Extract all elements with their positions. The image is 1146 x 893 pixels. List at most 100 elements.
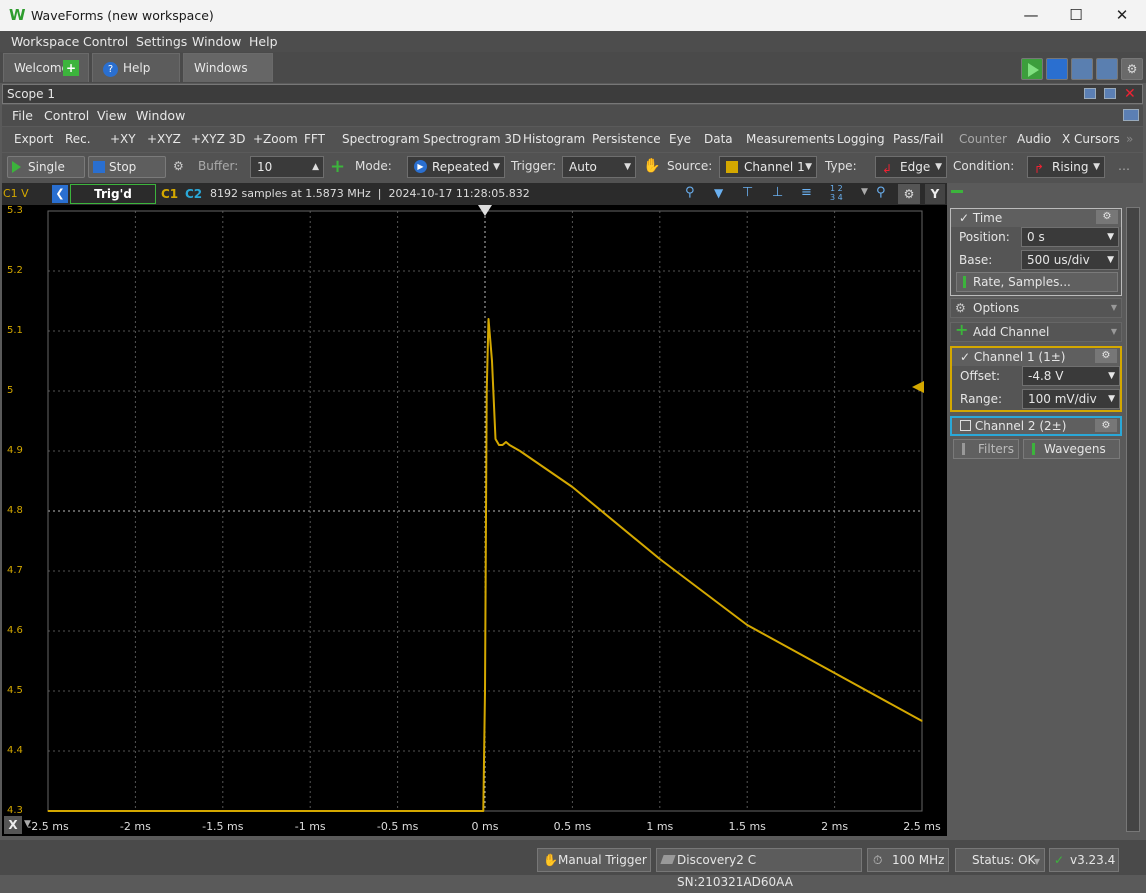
run-all-icon[interactable] xyxy=(1021,58,1043,80)
clock-button[interactable]: ⏱ 100 MHz xyxy=(867,848,949,872)
scope-restore-icon[interactable] xyxy=(1084,88,1096,99)
toolbar-counter[interactable]: Counter xyxy=(959,132,1007,146)
toolbar-zoom[interactable]: +Zoom xyxy=(253,132,298,146)
menu-settings[interactable]: Settings xyxy=(136,34,187,49)
menu-workspace[interactable]: Workspace xyxy=(11,34,79,49)
toolbar-data[interactable]: Data xyxy=(704,132,733,146)
trigger-hand-icon[interactable]: ✋ xyxy=(643,158,660,174)
close-window-icon[interactable]: ✕ xyxy=(1107,4,1137,26)
time-base-input[interactable]: 500 us/div ▼ xyxy=(1021,250,1119,270)
scope-menu-view[interactable]: View xyxy=(97,108,127,123)
scope-menu-window[interactable]: Window xyxy=(136,108,185,123)
channel2-checkbox[interactable] xyxy=(960,420,971,431)
minimize-icon[interactable]: — xyxy=(1016,4,1046,26)
device-button[interactable]: Discovery2 C SN:210321AD60AA xyxy=(656,848,862,889)
buffer-input[interactable]: 10 ▲ xyxy=(250,156,324,178)
scope-menu-file[interactable]: File xyxy=(12,108,33,123)
type-select[interactable]: ↲ Edge ▼ xyxy=(875,156,947,178)
time-check-icon[interactable]: ✓ xyxy=(959,211,969,225)
time-position-input[interactable]: 0 s ▼ xyxy=(1021,227,1119,247)
maximize-icon[interactable]: ☐ xyxy=(1061,4,1091,26)
single-button[interactable]: Single xyxy=(7,156,85,178)
menu-control[interactable]: Control xyxy=(83,34,128,49)
toolbar-spectrogram[interactable]: Spectrogram xyxy=(342,132,420,146)
rate-samples-button[interactable]: Rate, Samples... xyxy=(956,272,1118,292)
manual-trigger-button[interactable]: ✋ Manual Trigger xyxy=(537,848,651,872)
cascade-windows-icon[interactable] xyxy=(1071,58,1093,80)
buffer-spin-icon[interactable]: ▲ xyxy=(312,157,319,177)
stop-all-icon[interactable] xyxy=(1046,58,1068,80)
zoom-in-icon[interactable]: ⚲ xyxy=(685,185,695,200)
channel1-offset-marker-icon[interactable] xyxy=(912,381,924,393)
search-icon[interactable]: ⚲ xyxy=(876,185,886,200)
toolbar-xy[interactable]: +XY xyxy=(110,132,136,146)
scroll-left-icon[interactable]: ❮ xyxy=(52,185,68,203)
toolbar-x-cursors[interactable]: X Cursors xyxy=(1062,132,1120,146)
menu-window[interactable]: Window xyxy=(192,34,241,49)
vertical-scale-icon[interactable]: ⊥ xyxy=(772,185,783,200)
channel2-gear-icon[interactable]: ⚙ xyxy=(1095,419,1117,432)
options-button[interactable]: ⚙ Options ▼ xyxy=(950,298,1122,318)
menu-help[interactable]: Help xyxy=(249,34,278,49)
more-options-icon[interactable]: … xyxy=(1118,159,1130,173)
toolbar-xyz[interactable]: +XYZ xyxy=(147,132,181,146)
channel-order-icon[interactable]: 1 23 4 xyxy=(830,184,843,202)
toolbar-persistence[interactable]: Persistence xyxy=(592,132,661,146)
channel2-toggle[interactable]: C2 xyxy=(185,187,202,201)
source-select[interactable]: Channel 1 ▼ xyxy=(719,156,817,178)
channel1-check-icon[interactable]: ✓ xyxy=(960,350,970,364)
tab-welcome[interactable]: Welcome + xyxy=(3,53,89,82)
toolbar-eye[interactable]: Eye xyxy=(669,132,691,146)
tile-windows-icon[interactable] xyxy=(1096,58,1118,80)
time-panel-header[interactable]: ✓ Time ⚙ xyxy=(951,209,1121,227)
channel1-gear-icon[interactable]: ⚙ xyxy=(1095,349,1117,363)
toolbar-fft[interactable]: FFT xyxy=(304,132,325,146)
tab-windows[interactable]: Windows xyxy=(183,53,273,82)
channel1-offset-input[interactable]: -4.8 V ▼ xyxy=(1022,366,1120,386)
x-button[interactable]: X xyxy=(4,816,22,834)
toolbar-xyz-3d[interactable]: +XYZ 3D xyxy=(191,132,246,146)
tab-help[interactable]: ? Help xyxy=(92,53,180,82)
toolbar-more-icon[interactable]: » xyxy=(1126,132,1133,146)
toolbar-measurements[interactable]: Measurements xyxy=(746,132,835,146)
collapse-panel-icon[interactable] xyxy=(951,190,963,193)
toolbar-rec[interactable]: Rec. xyxy=(65,132,91,146)
trigger-select[interactable]: Auto ▼ xyxy=(562,156,636,178)
mode-select[interactable]: ▶ Repeated ▼ xyxy=(407,156,505,178)
version-button[interactable]: ✓ v3.23.4 xyxy=(1049,848,1119,872)
channel1-toggle[interactable]: C1 xyxy=(161,187,178,201)
zoom-chevron-down-icon[interactable]: ▼ xyxy=(861,187,868,197)
scope-dock-icon[interactable] xyxy=(1123,109,1139,121)
condition-select[interactable]: ↱ Rising ▼ xyxy=(1027,156,1105,178)
oscilloscope-plot[interactable]: 5.3 5.2 5.1 5 4.9 4.8 4.7 4.6 4.5 4.4 4.3 xyxy=(2,205,947,836)
toolbar-pass-fail[interactable]: Pass/Fail xyxy=(893,132,943,146)
stop-button[interactable]: Stop xyxy=(88,156,166,178)
status-button[interactable]: Status: OK ▼ xyxy=(955,848,1045,872)
panel-scrollbar[interactable] xyxy=(1126,207,1140,832)
y-button[interactable]: Y xyxy=(925,184,945,204)
toolbar-spectrogram-3d[interactable]: Spectrogram 3D xyxy=(423,132,521,146)
trigger-position-icon[interactable]: ▼ xyxy=(714,186,723,200)
add-icon[interactable]: + xyxy=(63,60,79,76)
channel1-range-input[interactable]: 100 mV/div ▼ xyxy=(1022,389,1120,409)
scope-menu-control[interactable]: Control xyxy=(44,108,89,123)
add-channel-button[interactable]: + Add Channel ▼ xyxy=(950,321,1122,342)
time-gear-icon[interactable]: ⚙ xyxy=(1096,210,1118,224)
wavegens-button[interactable]: Wavegens xyxy=(1023,439,1120,459)
wavegens-icon xyxy=(1032,443,1035,455)
scope-maximize-icon[interactable] xyxy=(1104,88,1116,99)
toolbar-audio[interactable]: Audio xyxy=(1017,132,1051,146)
channel1-panel-header[interactable]: ✓ Channel 1 (1±) ⚙ xyxy=(952,348,1120,366)
add-buffer-icon[interactable]: + xyxy=(330,157,345,177)
scope-close-icon[interactable]: ✕ xyxy=(1124,86,1136,102)
toolbar-export[interactable]: Export xyxy=(14,132,53,146)
channel2-panel-header[interactable]: Channel 2 (2±) ⚙ xyxy=(952,418,1120,434)
horizontal-scale-icon[interactable]: ⊤ xyxy=(742,185,753,200)
toolbar-histogram[interactable]: Histogram xyxy=(523,132,585,146)
plot-settings-gear-icon[interactable]: ⚙ xyxy=(898,184,920,204)
align-icon[interactable]: ≡ xyxy=(801,185,812,200)
toolbar-logging[interactable]: Logging xyxy=(837,132,885,146)
filters-button[interactable]: Filters xyxy=(953,439,1019,459)
buffer-gear-icon[interactable]: ⚙ xyxy=(173,159,184,173)
settings-gear-icon[interactable]: ⚙ xyxy=(1121,58,1143,80)
